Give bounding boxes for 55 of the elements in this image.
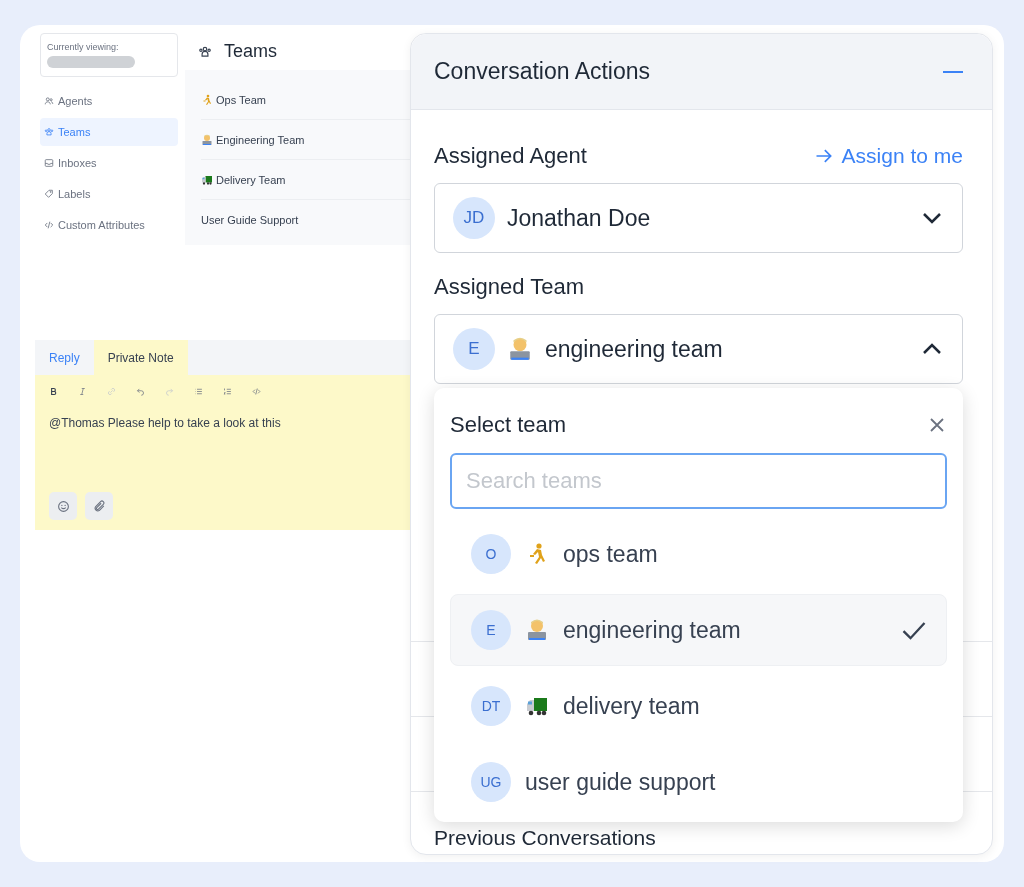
team-name[interactable]: User Guide Support [201,213,299,226]
sidebar-item[interactable]: Custom Attributes [40,211,178,239]
tag-icon [44,189,54,199]
bold-icon [49,387,58,396]
redo-icon [165,387,174,396]
sidebar-item[interactable]: Labels [40,180,178,208]
undo-icon [136,387,145,396]
emoji-button[interactable] [49,492,77,520]
sidebar-item[interactable]: Agents [40,87,178,115]
team-name[interactable]: Delivery Team [216,173,286,186]
link-icon [107,387,116,396]
team-name[interactable]: Ops Team [216,93,266,106]
paperclip-icon [92,499,106,513]
panel-title: Teams [224,41,277,62]
code-icon [44,220,54,230]
smiley-icon [56,499,70,513]
avatar: O [471,534,511,574]
avatar: E [471,610,511,650]
team-option[interactable]: O ops team [450,518,947,590]
field-label: Assigned Agent [434,143,587,169]
sidebar-item[interactable]: Teams [40,118,178,146]
team-name[interactable]: Engineering Team [216,133,305,146]
editor-tab[interactable]: Private Note [93,340,188,375]
numbered-list-icon [223,387,232,396]
team-icon [198,44,212,59]
inbox-icon [44,158,54,168]
sidebar-item[interactable]: Inboxes [40,149,178,177]
attach-button[interactable] [85,492,113,520]
team-icon [44,127,54,137]
team-option[interactable]: UG user guide support [450,746,947,818]
avatar: UG [471,762,511,802]
avatar: DT [471,686,511,726]
runner-icon [201,93,213,106]
card-title: Conversation Actions [434,58,651,85]
person-laptop-icon [525,618,549,642]
team-option[interactable]: E engineering team [450,594,947,666]
field-label: Assigned Team [434,274,584,300]
team-select[interactable]: E engineering team [434,314,963,384]
section-title: Previous Conversations [434,826,656,850]
search-field[interactable]: Search teams [450,453,947,509]
viewing-label: Currently viewing: [47,42,120,52]
bullet-list-icon [194,387,203,396]
assign-link[interactable]: Assign to me [813,144,963,168]
dropdown-title: Select team [450,412,567,438]
italic-icon [78,387,87,396]
people-icon [44,96,54,106]
agent-select[interactable]: JD Jonathan Doe [434,183,963,253]
truck-icon [201,173,213,186]
team-option[interactable]: DT delivery team [450,670,947,742]
code-icon [252,387,261,396]
person-laptop-icon [507,336,533,362]
avatar: E [453,328,495,370]
avatar: JD [453,197,495,239]
message-text[interactable]: @Thomas Please help to take a look at this [49,416,410,430]
person-laptop-icon [201,133,213,146]
